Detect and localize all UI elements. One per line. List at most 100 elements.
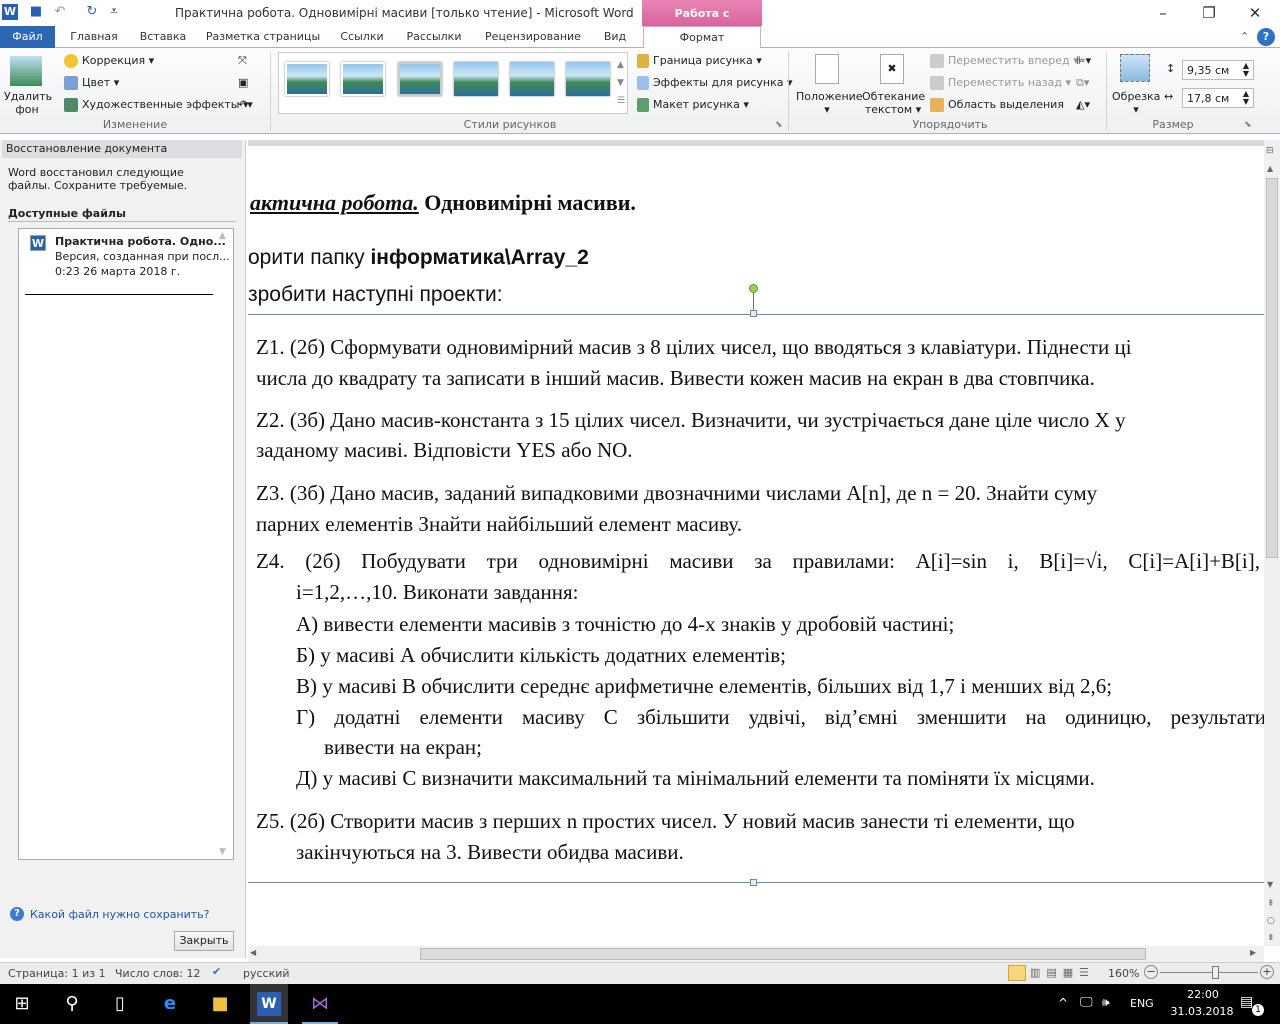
restore-button[interactable]: ❐ <box>1186 2 1232 24</box>
tab-mailings[interactable]: Рассылки <box>398 26 470 48</box>
proofing-icon[interactable]: ✔ <box>212 965 221 978</box>
print-layout-view-icon[interactable] <box>1008 965 1026 981</box>
customize-toolbar-icon[interactable]: ⩡ <box>106 4 122 20</box>
tab-home[interactable]: Главная <box>60 26 128 48</box>
compress-pictures-icon[interactable]: ⤧ <box>238 54 247 68</box>
close-pane-button[interactable]: Закрыть <box>174 931 234 951</box>
wrap-text-button[interactable]: Обтекание текстом ▾ <box>862 90 925 116</box>
position-button[interactable]: Положение ▾ <box>796 90 863 116</box>
tab-view[interactable]: Вид <box>598 26 632 48</box>
page-count[interactable]: Страница: 1 из 1 <box>8 967 106 980</box>
file-explorer-icon[interactable]: ■ <box>208 992 232 1016</box>
tab-format[interactable]: Формат <box>643 26 761 49</box>
clock-date[interactable]: 31.03.2018 <box>1162 1005 1242 1018</box>
crop-button[interactable]: Обрезка ▾ <box>1112 90 1160 116</box>
remove-background-icon <box>10 56 42 86</box>
position-icon <box>815 54 839 84</box>
edge-icon[interactable]: e <box>158 992 182 1016</box>
picture-effects-button[interactable]: Эффекты для рисунка ▾ <box>637 76 793 90</box>
zoom-slider-thumb[interactable] <box>1212 966 1219 979</box>
rotate-icon[interactable]: ◭▾ <box>1076 98 1090 111</box>
style-thumbnail[interactable] <box>454 62 498 96</box>
horizontal-scrollbar[interactable]: ◀ ▶ <box>248 946 1264 962</box>
tab-review[interactable]: Рецензирование <box>478 26 588 48</box>
heading-bold: Одновимірні масиви. <box>418 190 636 215</box>
volume-icon[interactable]: 🕪 <box>1102 995 1110 1010</box>
scroll-up-icon[interactable]: ▲ <box>1267 164 1273 173</box>
vertical-scroll-thumb[interactable] <box>1266 178 1278 558</box>
task-line: В) у масиві В обчислити середнє арифмети… <box>296 674 1113 698</box>
dialog-launcher-icon[interactable]: ⬊ <box>775 120 783 130</box>
scroll-right-icon[interactable]: ▶ <box>1250 948 1256 957</box>
height-input[interactable]: 9,35 см ▲ ▼ <box>1182 60 1254 80</box>
artistic-effects-button[interactable]: Художественные эффекты ▾ <box>64 98 248 112</box>
bring-forward-button[interactable]: Переместить вперед ▾ <box>930 54 1079 68</box>
visual-studio-taskbar-button[interactable]: ⋈ <box>302 984 338 1024</box>
scroll-left-icon[interactable]: ◀ <box>250 948 256 957</box>
picture-layout-button[interactable]: Макет рисунка ▾ <box>637 98 749 112</box>
undo-icon[interactable]: ↶ <box>52 4 68 20</box>
help-link[interactable]: Какой файл нужно сохранить? <box>30 908 210 921</box>
view-buttons[interactable]: ▥▤▦☰ <box>1030 966 1095 979</box>
pen-icon <box>637 54 649 68</box>
zoom-in-button[interactable]: + <box>1260 965 1274 979</box>
separator <box>270 52 271 130</box>
word-taskbar-button[interactable]: W <box>250 984 288 1024</box>
scroll-down-icon[interactable]: ▼ <box>1267 880 1273 889</box>
save-icon[interactable]: ■ <box>28 4 44 20</box>
resize-handle-top[interactable] <box>750 310 757 317</box>
help-icon[interactable]: ? <box>1257 28 1275 46</box>
redo-icon[interactable]: ↻ <box>84 4 100 20</box>
selection-pane-button[interactable]: Область выделения <box>930 98 1064 112</box>
align-icon[interactable]: ⊫▾ <box>1076 54 1091 67</box>
show-hidden-icons[interactable]: ^ <box>1058 996 1068 1010</box>
clock-time[interactable]: 22:00 <box>1180 988 1226 1001</box>
remove-background-button[interactable]: Удалить фон <box>4 90 52 116</box>
collapse-ribbon-icon[interactable]: ⌃ <box>1240 30 1249 43</box>
ruler-toggle-icon[interactable]: ⊟ <box>1266 146 1274 156</box>
gallery-scroll[interactable]: ▲ ▼ ☰ <box>617 56 625 110</box>
zoom-level[interactable]: 160% <box>1108 967 1139 980</box>
start-button[interactable]: ⊞ <box>10 992 34 1016</box>
style-thumbnail[interactable] <box>510 62 554 96</box>
minimize-button[interactable]: – <box>1140 2 1186 24</box>
tab-page-layout[interactable]: Разметка страницы <box>200 26 326 48</box>
recovered-file-item[interactable]: W Практична робота. Одно... Версия, созд… <box>25 230 230 290</box>
resize-handle-bottom[interactable] <box>750 879 757 886</box>
file-list-scrollbar[interactable]: ▲ ▼ <box>219 231 231 857</box>
vertical-scrollbar[interactable]: ⊟ ▲ ▼ ⇞ ○ ⇟ <box>1264 140 1280 946</box>
input-language[interactable]: ENG <box>1130 997 1154 1010</box>
ribbon: Удалить фон Коррекция ▾ Цвет ▾ Художестве… <box>0 48 1280 134</box>
document-canvas[interactable]: актична робота. Одновимірні масиви. орит… <box>248 140 1264 946</box>
style-thumbnail[interactable] <box>341 62 385 96</box>
zoom-slider[interactable] <box>1160 972 1258 973</box>
correction-button[interactable]: Коррекция ▾ <box>64 54 154 68</box>
rotate-handle[interactable] <box>749 284 758 293</box>
horizontal-scroll-thumb[interactable] <box>420 948 1146 960</box>
send-backward-button[interactable]: Переместить назад ▾ <box>930 76 1071 90</box>
tab-file[interactable]: Файл <box>0 26 55 48</box>
network-icon[interactable]: 🖵 <box>1080 995 1093 1010</box>
label: Эффекты для рисунка <box>653 76 784 89</box>
value: 17,8 см <box>1187 92 1230 105</box>
zoom-out-button[interactable]: − <box>1144 965 1158 979</box>
style-thumbnail[interactable] <box>566 62 610 96</box>
group-icon[interactable]: ⧉▾ <box>1076 76 1089 90</box>
word-count[interactable]: Число слов: 12 <box>115 967 201 980</box>
width-input[interactable]: 17,8 см ▲ ▼ <box>1182 88 1254 108</box>
search-icon[interactable]: ⚲ <box>60 992 84 1016</box>
reset-picture-icon[interactable]: ↶▾ <box>238 98 253 111</box>
browse-object-buttons[interactable]: ⇞ ○ ⇟ <box>1267 896 1275 947</box>
task-line: А) вивести елементи масивів з точністю д… <box>296 612 955 636</box>
close-button[interactable]: ✕ <box>1232 2 1278 24</box>
dialog-launcher-icon[interactable]: ⬊ <box>1244 120 1252 130</box>
style-thumbnail[interactable] <box>398 62 442 96</box>
change-picture-icon[interactable]: ▣ <box>238 76 248 89</box>
task-view-icon[interactable]: ▯ <box>108 992 132 1016</box>
language[interactable]: русский <box>243 967 290 980</box>
tab-references[interactable]: Ссылки <box>334 26 390 48</box>
color-button[interactable]: Цвет ▾ <box>64 76 119 90</box>
picture-border-button[interactable]: Граница рисунка ▾ <box>637 54 762 68</box>
style-thumbnail[interactable] <box>285 62 329 96</box>
tab-insert[interactable]: Вставка <box>132 26 194 48</box>
